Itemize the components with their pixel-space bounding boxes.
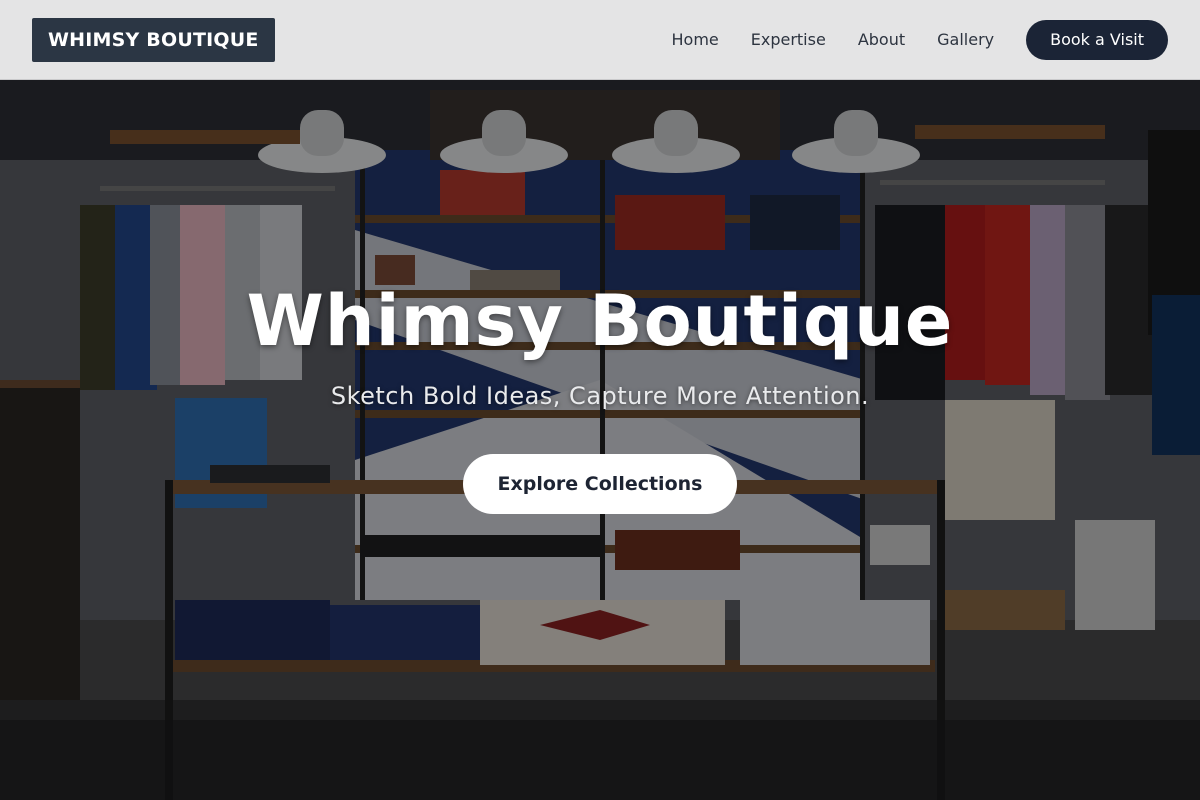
logo[interactable]: WHIMSY BOUTIQUE [32,17,275,62]
hero-title: Whimsy Boutique [246,280,954,362]
nav-link-expertise[interactable]: Expertise [751,30,826,49]
nav-link-about[interactable]: About [858,30,905,49]
book-visit-button[interactable]: Book a Visit [1026,19,1168,60]
nav-link-home[interactable]: Home [672,30,719,49]
hero-section: Whimsy Boutique Sketch Bold Ideas, Captu… [0,80,1200,800]
hero-content: Whimsy Boutique Sketch Bold Ideas, Captu… [0,80,1200,800]
explore-collections-button[interactable]: Explore Collections [463,454,737,514]
site-header: WHIMSY BOUTIQUE Home Expertise About Gal… [0,0,1200,80]
main-nav: Home Expertise About Gallery Book a Visi… [672,19,1168,60]
nav-link-gallery[interactable]: Gallery [937,30,994,49]
hero-subtitle: Sketch Bold Ideas, Capture More Attentio… [330,382,870,410]
